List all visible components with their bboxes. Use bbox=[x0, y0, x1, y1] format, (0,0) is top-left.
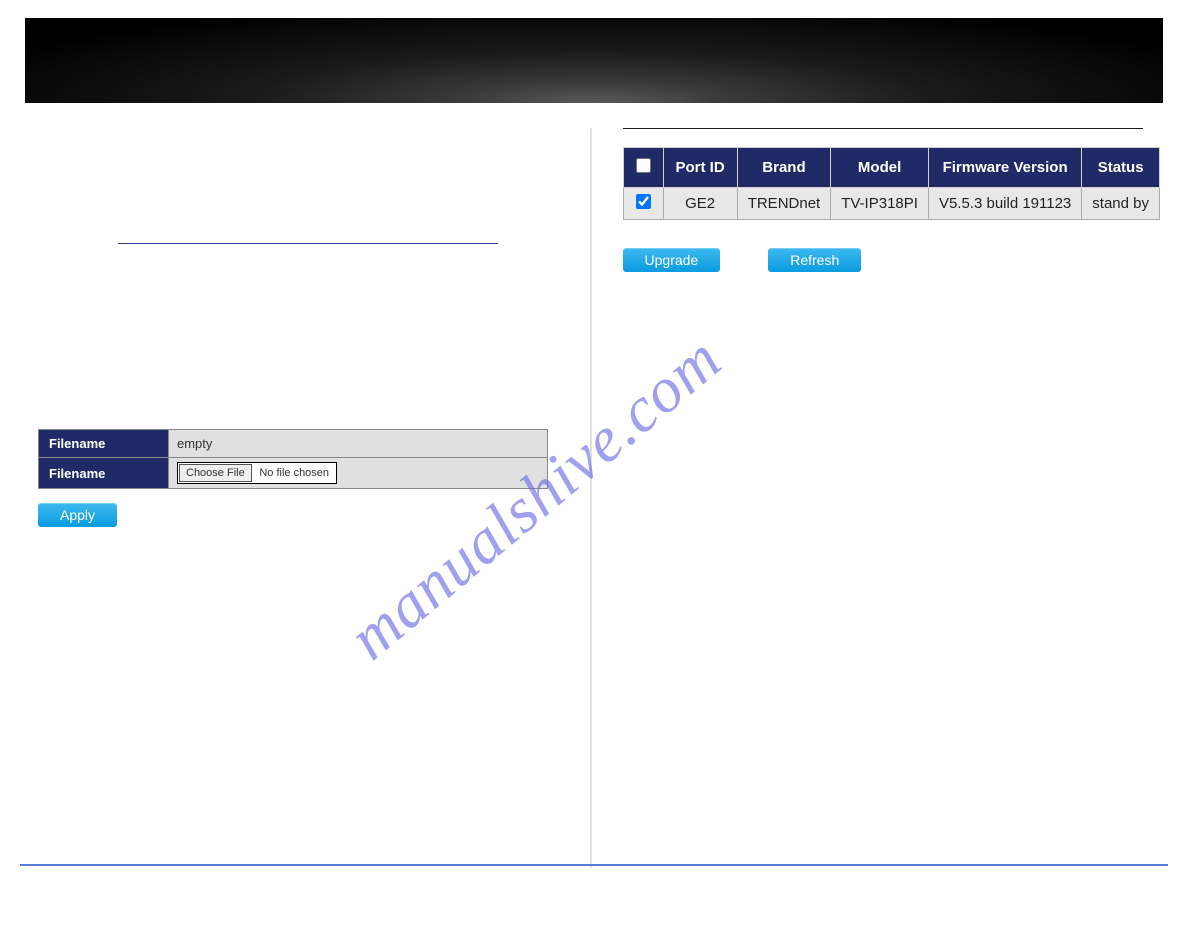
no-file-chosen-text: No file chosen bbox=[255, 467, 335, 479]
filename-label: Filename bbox=[39, 430, 169, 458]
filename-choose-row: Filename Choose File No file chosen bbox=[39, 458, 548, 489]
file-input-cell: Choose File No file chosen bbox=[169, 458, 548, 489]
cell-model: TV-IP318PI bbox=[831, 188, 929, 220]
top-divider bbox=[623, 128, 1143, 129]
cell-firmware: V5.5.3 build 191123 bbox=[928, 188, 1081, 220]
action-buttons: Upgrade Refresh bbox=[623, 248, 1160, 272]
device-table: Port ID Brand Model Firmware Version Sta… bbox=[623, 147, 1160, 220]
upgrade-button[interactable]: Upgrade bbox=[623, 248, 721, 272]
header-model: Model bbox=[831, 148, 929, 188]
header-banner bbox=[25, 18, 1163, 103]
file-input-wrapper[interactable]: Choose File No file chosen bbox=[177, 462, 337, 484]
header-firmware: Firmware Version bbox=[928, 148, 1081, 188]
header-status: Status bbox=[1082, 148, 1160, 188]
row-checkbox[interactable] bbox=[636, 194, 651, 209]
right-column: Port ID Brand Model Firmware Version Sta… bbox=[573, 103, 1188, 547]
table-row: GE2 TRENDnet TV-IP318PI V5.5.3 build 191… bbox=[623, 188, 1159, 220]
filename-value: empty bbox=[169, 430, 548, 458]
table-header-row: Port ID Brand Model Firmware Version Sta… bbox=[623, 148, 1159, 188]
select-all-header bbox=[623, 148, 663, 188]
refresh-button[interactable]: Refresh bbox=[768, 248, 861, 272]
header-brand: Brand bbox=[737, 148, 831, 188]
main-content: Filename empty Filename Choose File No f… bbox=[0, 103, 1188, 547]
left-column: Filename empty Filename Choose File No f… bbox=[0, 103, 573, 547]
file-upload-table: Filename empty Filename Choose File No f… bbox=[38, 429, 548, 489]
bottom-divider bbox=[20, 864, 1168, 866]
filename-display-row: Filename empty bbox=[39, 430, 548, 458]
cell-brand: TRENDnet bbox=[737, 188, 831, 220]
cell-status: stand by bbox=[1082, 188, 1160, 220]
header-port-id: Port ID bbox=[663, 148, 737, 188]
section-divider bbox=[118, 243, 498, 244]
choose-file-button[interactable]: Choose File bbox=[179, 464, 252, 482]
row-checkbox-cell bbox=[623, 188, 663, 220]
cell-port-id: GE2 bbox=[663, 188, 737, 220]
select-all-checkbox[interactable] bbox=[636, 158, 651, 173]
column-divider bbox=[590, 128, 592, 868]
apply-button[interactable]: Apply bbox=[38, 503, 117, 527]
filename-label-2: Filename bbox=[39, 458, 169, 489]
